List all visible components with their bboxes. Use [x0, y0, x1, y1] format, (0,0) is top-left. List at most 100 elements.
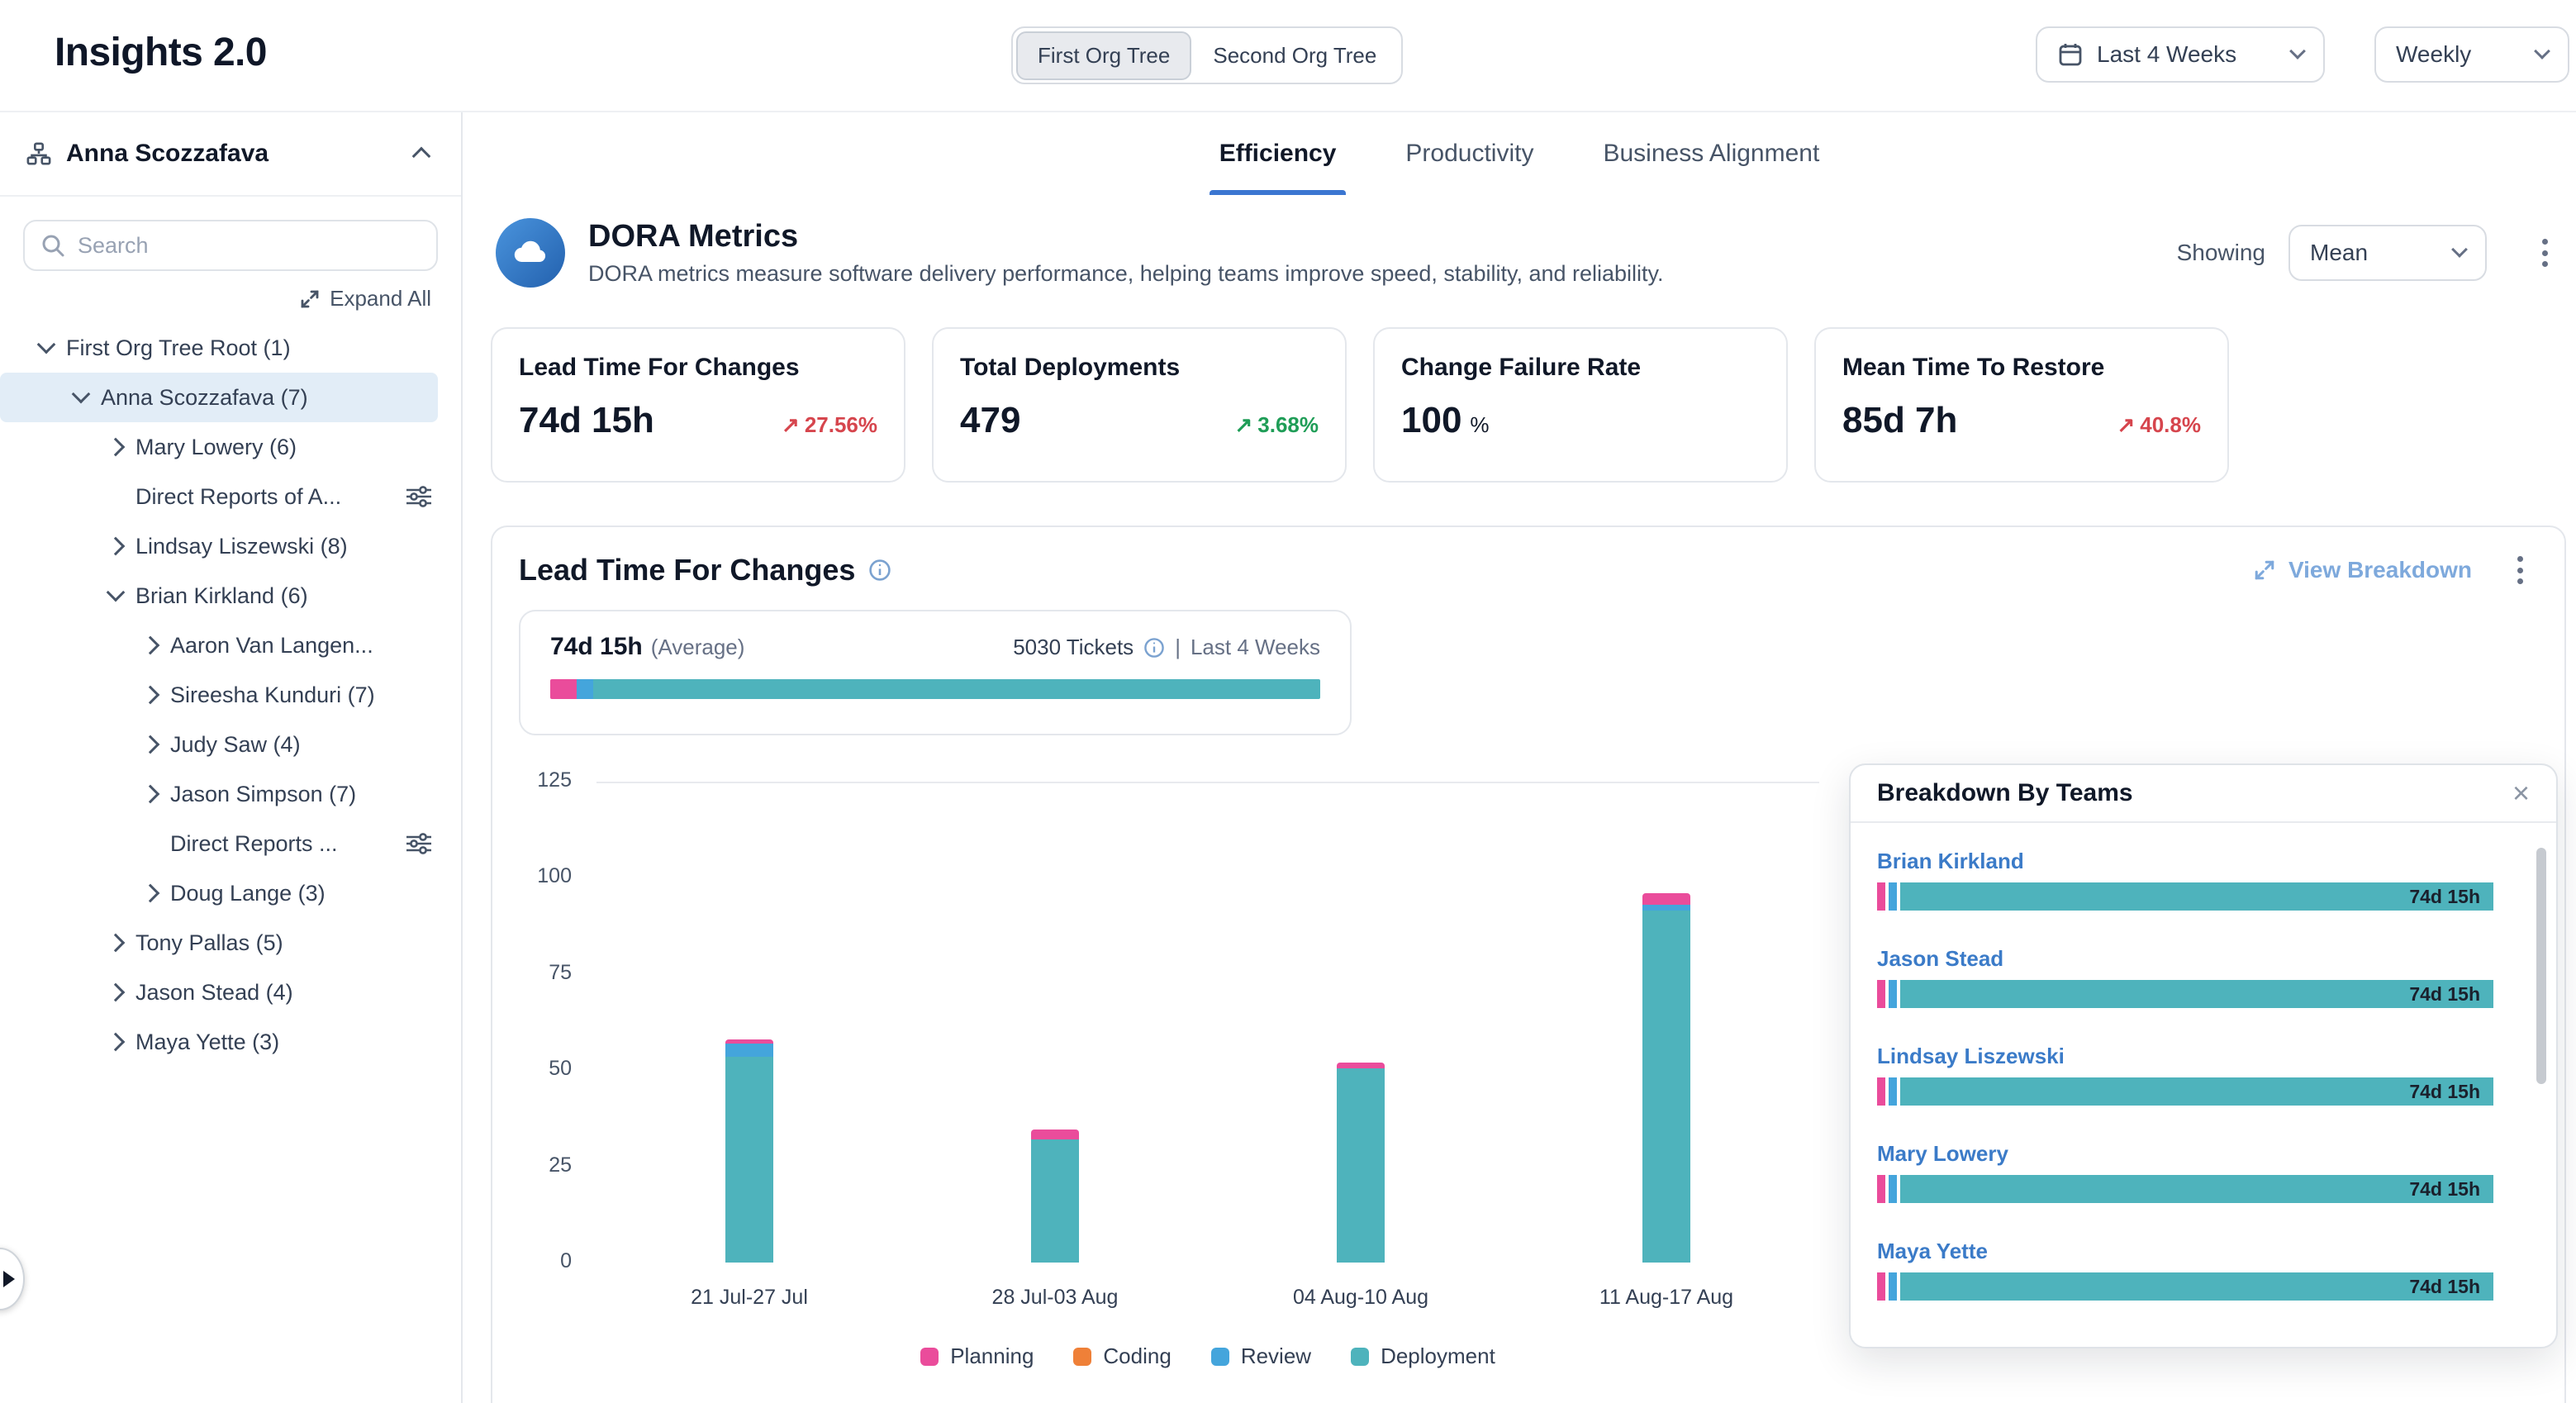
trend-up-arrow-icon: ↗	[2117, 412, 2135, 438]
team-breakdown-row-mary-lowery: Mary Lowery 74d 15h	[1877, 1137, 2493, 1203]
legend-swatch	[1211, 1348, 1229, 1366]
tree-item-sireesha-kunduri-7[interactable]: Sireesha Kunduri (7)	[0, 670, 438, 720]
tree-item-first-org-tree-root-1[interactable]: First Org Tree Root (1)	[0, 323, 438, 373]
sidebar-header: Anna Scozzafava	[0, 112, 461, 197]
tree-item-label: Brian Kirkland (6)	[135, 583, 438, 609]
tree-item-lindsay-liszewski-8[interactable]: Lindsay Liszewski (8)	[0, 521, 438, 571]
aggregation-value: Mean	[2310, 240, 2368, 266]
metric-unit: %	[1470, 412, 1489, 438]
tree-item-direct-reports[interactable]: Direct Reports ...	[0, 819, 438, 868]
chevron-down-icon[interactable]	[107, 583, 126, 602]
tree-item-tony-pallas-5[interactable]: Tony Pallas (5)	[0, 918, 438, 968]
org-tree-tab-second-org-tree[interactable]: Second Org Tree	[1191, 31, 1398, 80]
bar-segment-deployment: 74d 15h	[1900, 1077, 2493, 1106]
team-breakdown-row-maya-yette: Maya Yette 74d 15h	[1877, 1234, 2493, 1301]
filter-sliders-icon[interactable]	[406, 833, 431, 854]
chevron-down-icon[interactable]	[37, 335, 56, 354]
tree-item-doug-lange-3[interactable]: Doug Lange (3)	[0, 868, 438, 918]
chart-bar-21-jul-27-jul[interactable]	[725, 1039, 773, 1263]
summary-bar-segment-review	[577, 679, 594, 699]
tab-productivity[interactable]: Productivity	[1402, 112, 1537, 195]
chevron-right-icon[interactable]	[107, 438, 126, 457]
chevron-right-icon[interactable]	[141, 785, 160, 804]
date-range-select[interactable]: Last 4 Weeks	[2036, 26, 2325, 83]
team-lead-time-value: 74d 15h	[2409, 886, 2480, 908]
tree-item-brian-kirkland-6[interactable]: Brian Kirkland (6)	[0, 571, 438, 621]
team-name-link[interactable]: Lindsay Liszewski	[1877, 1044, 2065, 1069]
x-axis-label: 11 Aug-17 Aug	[1551, 1286, 1782, 1310]
dora-kebab-menu[interactable]	[2526, 231, 2563, 274]
team-lead-time-bar[interactable]: 74d 15h	[1877, 882, 2493, 911]
tree-item-judy-saw-4[interactable]: Judy Saw (4)	[0, 720, 438, 769]
legend-item-coding[interactable]: Coding	[1073, 1344, 1171, 1369]
metric-title: Mean Time To Restore	[1842, 354, 2201, 382]
metric-title: Change Failure Rate	[1401, 354, 1760, 382]
aggregation-select[interactable]: Mean	[2288, 225, 2487, 281]
bar-segment-planning	[1877, 882, 1885, 911]
scrollbar-thumb[interactable]	[2536, 848, 2546, 1084]
legend-item-deployment[interactable]: Deployment	[1351, 1344, 1495, 1369]
metric-delta: ↗3.68%	[1234, 412, 1319, 438]
team-name-link[interactable]: Brian Kirkland	[1877, 849, 2024, 874]
chevron-right-icon[interactable]	[107, 934, 126, 953]
tree-item-label: Jason Simpson (7)	[170, 782, 438, 807]
showing-controls: Showing Mean	[2177, 225, 2563, 281]
tree-item-direct-reports-of-a[interactable]: Direct Reports of A...	[0, 472, 438, 521]
chevron-right-icon[interactable]	[107, 1033, 126, 1052]
tab-efficiency[interactable]: Efficiency	[1216, 112, 1340, 195]
info-icon[interactable]	[1143, 637, 1165, 659]
team-lead-time-value: 74d 15h	[2409, 1178, 2480, 1201]
legend-item-planning[interactable]: Planning	[920, 1344, 1034, 1369]
tree-item-anna-scozzafava-7[interactable]: Anna Scozzafava (7)	[0, 373, 438, 422]
chevron-right-icon[interactable]	[141, 735, 160, 754]
legend-label: Deployment	[1381, 1344, 1495, 1369]
lead-time-kebab-menu[interactable]	[2502, 549, 2538, 592]
tree-item-label: Direct Reports ...	[170, 831, 406, 857]
chevron-down-icon[interactable]	[72, 385, 91, 404]
chart-bar-28-jul-03-aug[interactable]	[1031, 1130, 1079, 1263]
chevron-right-icon[interactable]	[107, 983, 126, 1002]
team-lead-time-bar[interactable]: 74d 15h	[1877, 980, 2493, 1008]
tree-item-mary-lowery-6[interactable]: Mary Lowery (6)	[0, 422, 438, 472]
dora-description: DORA metrics measure software delivery p…	[588, 261, 1664, 287]
team-name-link[interactable]: Jason Stead	[1877, 946, 2003, 972]
chart-bar-04-aug-10-aug[interactable]	[1337, 1063, 1385, 1263]
tree-item-jason-stead-4[interactable]: Jason Stead (4)	[0, 968, 438, 1017]
org-tree-tab-first-org-tree[interactable]: First Org Tree	[1016, 31, 1191, 80]
tree-item-aaron-van-langen[interactable]: Aaron Van Langen...	[0, 621, 438, 670]
chevron-right-icon[interactable]	[141, 636, 160, 655]
showing-label: Showing	[2177, 240, 2265, 266]
team-name-link[interactable]: Maya Yette	[1877, 1239, 1988, 1264]
team-lead-time-bar[interactable]: 74d 15h	[1877, 1077, 2493, 1106]
team-lead-time-value: 74d 15h	[2409, 1276, 2480, 1298]
calendar-icon	[2057, 41, 2084, 68]
team-name-link[interactable]: Mary Lowery	[1877, 1141, 2008, 1167]
breakdown-rows: Brian Kirkland 74d 15h Jason Stead 74d 15h L…	[1877, 825, 2493, 1337]
chevron-right-icon[interactable]	[107, 537, 126, 556]
lead-time-header: Lead Time For Changes View Breakdown	[519, 549, 2538, 592]
legend-item-review[interactable]: Review	[1211, 1344, 1311, 1369]
tab-business-alignment[interactable]: Business Alignment	[1599, 112, 1823, 195]
tree-item-label: Anna Scozzafava (7)	[101, 385, 438, 411]
team-lead-time-bar[interactable]: 74d 15h	[1877, 1272, 2493, 1301]
close-icon[interactable]: ×	[2512, 778, 2530, 808]
phase-distribution-bar	[550, 679, 1320, 699]
tree-item-jason-simpson-7[interactable]: Jason Simpson (7)	[0, 769, 438, 819]
chart-bar-11-aug-17-aug[interactable]	[1642, 893, 1690, 1263]
chart-x-axis: 21 Jul-27 Jul28 Jul-03 Aug04 Aug-10 Aug1…	[596, 1286, 1819, 1315]
view-breakdown-button[interactable]: View Breakdown	[2254, 557, 2472, 583]
info-icon[interactable]	[868, 559, 891, 582]
tree-item-maya-yette-3[interactable]: Maya Yette (3)	[0, 1017, 438, 1067]
granularity-select[interactable]: Weekly	[2374, 26, 2569, 83]
chevron-right-icon[interactable]	[141, 884, 160, 903]
tree-item-label: Aaron Van Langen...	[170, 633, 438, 659]
sidebar-collapse-button[interactable]	[408, 132, 435, 176]
filter-sliders-icon[interactable]	[406, 486, 431, 507]
search-input[interactable]	[78, 233, 420, 259]
expand-all-label: Expand All	[330, 286, 431, 312]
expand-icon	[2254, 559, 2275, 581]
bar-segment-deployment	[1337, 1068, 1385, 1263]
chevron-right-icon[interactable]	[141, 686, 160, 705]
team-lead-time-bar[interactable]: 74d 15h	[1877, 1175, 2493, 1203]
expand-all-button[interactable]: Expand All	[30, 286, 431, 312]
